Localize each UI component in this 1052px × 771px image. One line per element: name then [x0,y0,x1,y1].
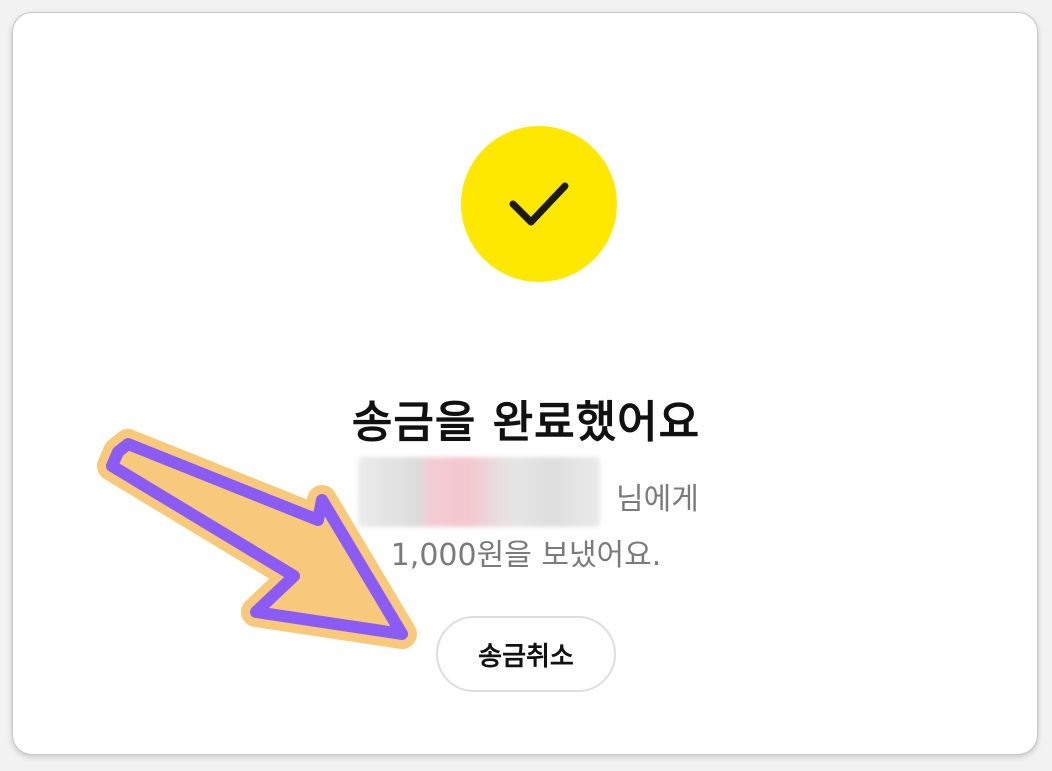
recipient-suffix: 님에게 [616,482,699,517]
success-badge [461,126,617,282]
amount-message: 1,000원을 보냈어요. [390,538,662,573]
recipient-name-redacted [358,457,600,527]
checkmark-icon [509,182,569,226]
page-title: 송금을 완료했어요 [351,397,701,448]
recipient-line: 님에게 [358,457,699,527]
cancel-transfer-button[interactable]: 송금취소 [436,616,616,692]
